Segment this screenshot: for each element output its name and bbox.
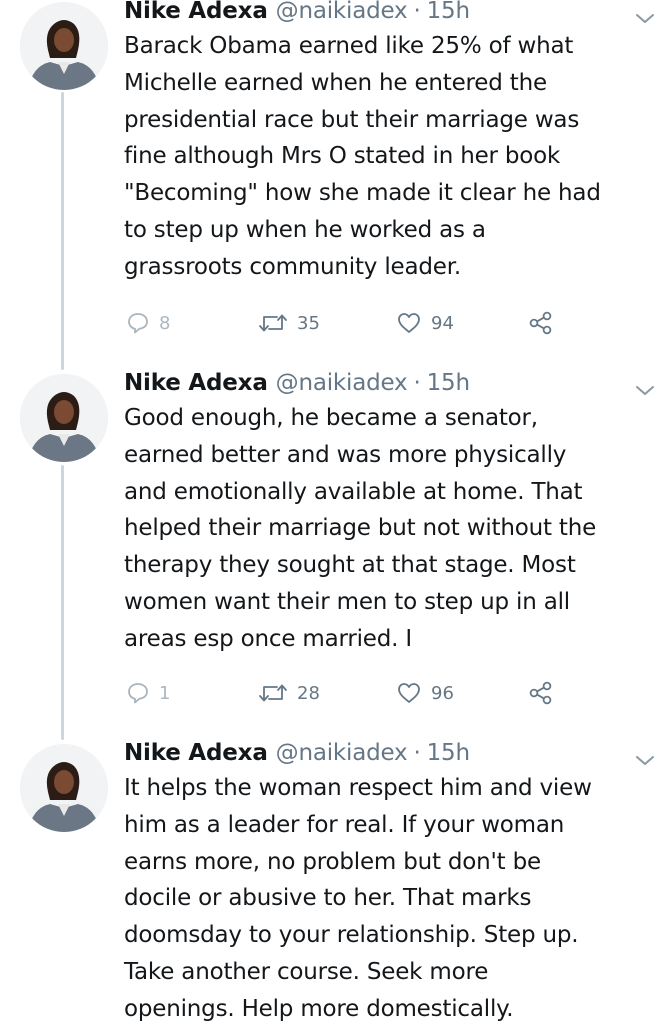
avatar[interactable] bbox=[20, 2, 108, 90]
share-icon bbox=[529, 311, 552, 335]
retweet-count: 35 bbox=[297, 312, 320, 334]
reply-button[interactable]: 1 bbox=[126, 678, 170, 708]
tweet-header: Nike Adexa @naikiadex · 15h bbox=[124, 0, 644, 28]
retweet-button[interactable]: 35 bbox=[258, 308, 320, 338]
tweet-text: It helps the woman respect him and view … bbox=[124, 770, 644, 1024]
tweet-text-line: Take another course. Seek more bbox=[124, 958, 489, 985]
tweet-text: Good enough, he became a senator, earned… bbox=[124, 400, 644, 658]
tweet-text-line: him as a leader for real. If your woman bbox=[124, 811, 565, 838]
tweet-text-line: Barack Obama earned like 25% of what bbox=[124, 33, 574, 59]
author-name[interactable]: Nike Adexa bbox=[124, 0, 268, 28]
avatar[interactable] bbox=[20, 744, 108, 832]
tweet-text-line: fine although Mrs O stated in her book bbox=[124, 143, 561, 170]
retweet-icon bbox=[259, 314, 287, 332]
tweet-text-line: earned better and was more physically bbox=[124, 441, 567, 468]
tweet-text-line: presidential race but their marriage was bbox=[124, 106, 580, 133]
retweet-icon bbox=[259, 684, 287, 702]
author-name[interactable]: Nike Adexa bbox=[124, 366, 268, 400]
reply-icon bbox=[128, 683, 148, 704]
heart-icon bbox=[398, 313, 420, 333]
like-count: 94 bbox=[431, 312, 454, 334]
retweet-count: 28 bbox=[297, 682, 320, 704]
tweet-content: Nike Adexa @naikiadex · 15h Barack Obama… bbox=[124, 0, 644, 286]
thread-connector bbox=[61, 92, 64, 370]
reply-button[interactable]: 8 bbox=[126, 308, 170, 338]
tweet-text-line: helped their marriage but not without th… bbox=[124, 515, 597, 542]
share-button[interactable] bbox=[528, 678, 554, 708]
like-button[interactable]: 94 bbox=[396, 308, 454, 338]
author-handle[interactable]: @naikiadex bbox=[276, 736, 408, 770]
separator: · bbox=[413, 370, 421, 396]
tweet-actions: 1 28 96 bbox=[126, 678, 566, 708]
share-icon bbox=[529, 681, 552, 705]
tweet-text-line: women want their men to step up in all bbox=[124, 588, 570, 615]
timestamp[interactable]: 15h bbox=[427, 736, 470, 770]
author-name[interactable]: Nike Adexa bbox=[124, 736, 268, 770]
author-handle[interactable]: @naikiadex bbox=[276, 0, 408, 28]
avatar[interactable] bbox=[20, 374, 108, 462]
timestamp[interactable]: 15h bbox=[427, 0, 470, 28]
reply-count: 1 bbox=[159, 682, 171, 704]
tweet-text: Barack Obama earned like 25% of what Mic… bbox=[124, 28, 644, 286]
separator: · bbox=[413, 0, 421, 24]
chevron-down-icon[interactable] bbox=[634, 384, 656, 398]
reply-count: 8 bbox=[159, 312, 171, 334]
tweet-header: Nike Adexa @naikiadex · 15h bbox=[124, 366, 644, 400]
chevron-down-icon[interactable] bbox=[634, 12, 656, 26]
chevron-down-icon[interactable] bbox=[634, 754, 656, 768]
tweet-text-line: areas esp once married. I bbox=[124, 625, 412, 652]
tweet-text-line: grassroots community leader. bbox=[124, 253, 461, 280]
tweet-content: Nike Adexa @naikiadex · 15h Good enough,… bbox=[124, 366, 644, 658]
tweet-text-line: docile or abusive to her. That marks bbox=[124, 885, 532, 912]
timestamp[interactable]: 15h bbox=[427, 366, 470, 400]
tweet-text-line: Michelle earned when he entered the bbox=[124, 69, 547, 96]
separator: · bbox=[413, 740, 421, 766]
like-button[interactable]: 96 bbox=[396, 678, 454, 708]
tweet-text-line: openings. Help more domestically. bbox=[124, 995, 514, 1022]
thread-connector bbox=[61, 465, 64, 740]
tweet-text-line: and emotionally available at home. That bbox=[124, 478, 583, 505]
tweet-text-line: earns more, no problem but don't be bbox=[124, 848, 541, 875]
share-button[interactable] bbox=[528, 308, 554, 338]
heart-icon bbox=[398, 683, 420, 703]
tweet-text-line: "Becoming" how she made it clear he had bbox=[124, 180, 601, 207]
like-count: 96 bbox=[431, 682, 454, 704]
author-handle[interactable]: @naikiadex bbox=[276, 366, 408, 400]
tweet-text-line: doomsday to your relationship. Step up. bbox=[124, 922, 579, 949]
tweet-thread: Nike Adexa @naikiadex · 15h Barack Obama… bbox=[0, 0, 664, 1024]
tweet-text-line: Good enough, he became a senator, bbox=[124, 405, 538, 431]
retweet-button[interactable]: 28 bbox=[258, 678, 320, 708]
tweet-actions: 8 35 94 bbox=[126, 308, 566, 338]
tweet-text-line: It helps the woman respect him and view bbox=[124, 775, 592, 801]
tweet-text-line: therapy they sought at that stage. Most bbox=[124, 552, 576, 579]
tweet-text-line: to step up when he worked as a bbox=[124, 216, 486, 243]
tweet-header: Nike Adexa @naikiadex · 15h bbox=[124, 736, 644, 770]
reply-icon bbox=[128, 313, 148, 334]
tweet-content: Nike Adexa @naikiadex · 15h It helps the… bbox=[124, 736, 644, 1024]
